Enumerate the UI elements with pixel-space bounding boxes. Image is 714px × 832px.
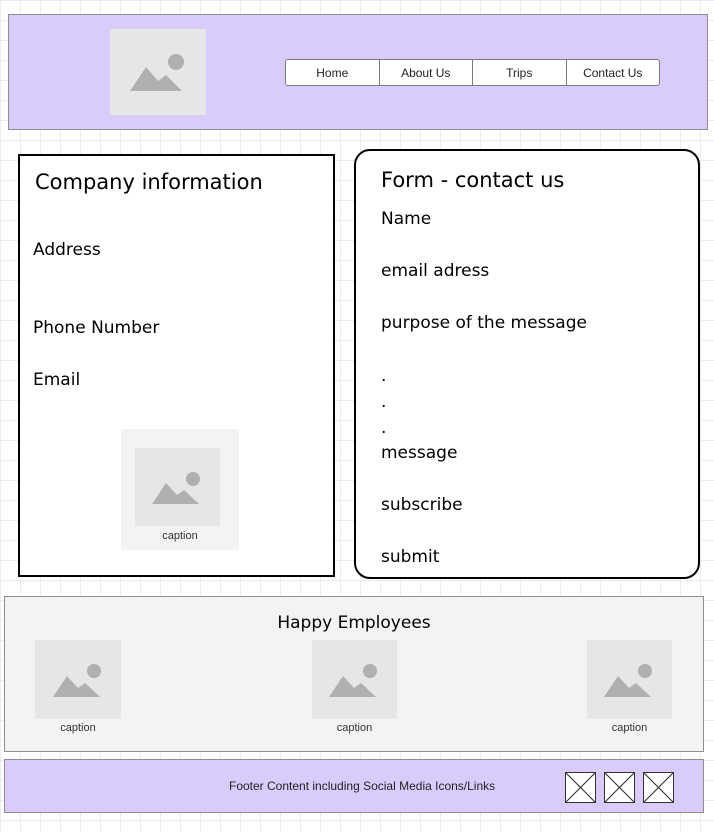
image-placeholder-icon — [130, 54, 184, 91]
nav-home-button[interactable]: Home — [286, 60, 380, 85]
employee-placeholder-image — [312, 640, 397, 719]
social-media-placeholder-icon[interactable] — [565, 772, 596, 803]
employee-caption: caption — [611, 722, 648, 734]
nav-about-us-button[interactable]: About Us — [380, 60, 473, 85]
form-title: Form - contact us — [381, 168, 565, 192]
submit-button[interactable]: submit — [381, 547, 439, 567]
dot-separator: . — [381, 392, 387, 412]
dot-separator: . — [381, 366, 387, 386]
purpose-field-label[interactable]: purpose of the message — [381, 313, 587, 333]
social-media-placeholder-icon[interactable] — [604, 772, 635, 803]
logo-placeholder-image — [110, 29, 206, 115]
employee-caption: caption — [60, 722, 96, 734]
employee-placeholder-image — [35, 640, 121, 719]
nav-contact-us-button[interactable]: Contact Us — [567, 60, 660, 85]
image-placeholder-icon — [53, 664, 101, 697]
dot-separator: . — [381, 418, 387, 438]
name-field-label[interactable]: Name — [381, 209, 431, 229]
address-label: Address — [33, 240, 101, 260]
social-media-placeholder-icon[interactable] — [643, 772, 674, 803]
footer-text: Footer Content including Social Media Ic… — [229, 779, 496, 793]
image-placeholder-icon — [329, 664, 377, 697]
site-footer: Footer Content including Social Media Ic… — [4, 759, 704, 813]
main-nav: Home About Us Trips Contact Us — [285, 59, 660, 86]
email-field-label[interactable]: email adress — [381, 261, 489, 281]
message-field-label[interactable]: message — [381, 443, 457, 463]
company-info-title: Company information — [35, 170, 263, 194]
company-placeholder-image — [135, 448, 220, 526]
employee-placeholder-image — [587, 640, 672, 719]
email-label: Email — [33, 370, 81, 390]
phone-number-label: Phone Number — [33, 318, 160, 338]
subscribe-label[interactable]: subscribe — [381, 495, 463, 515]
image-placeholder-icon — [604, 664, 652, 697]
employee-caption: caption — [336, 722, 373, 734]
happy-employees-title: Happy Employees — [277, 613, 431, 633]
nav-trips-button[interactable]: Trips — [473, 60, 567, 85]
image-placeholder-icon — [152, 472, 200, 504]
company-image-caption: caption — [162, 530, 198, 542]
